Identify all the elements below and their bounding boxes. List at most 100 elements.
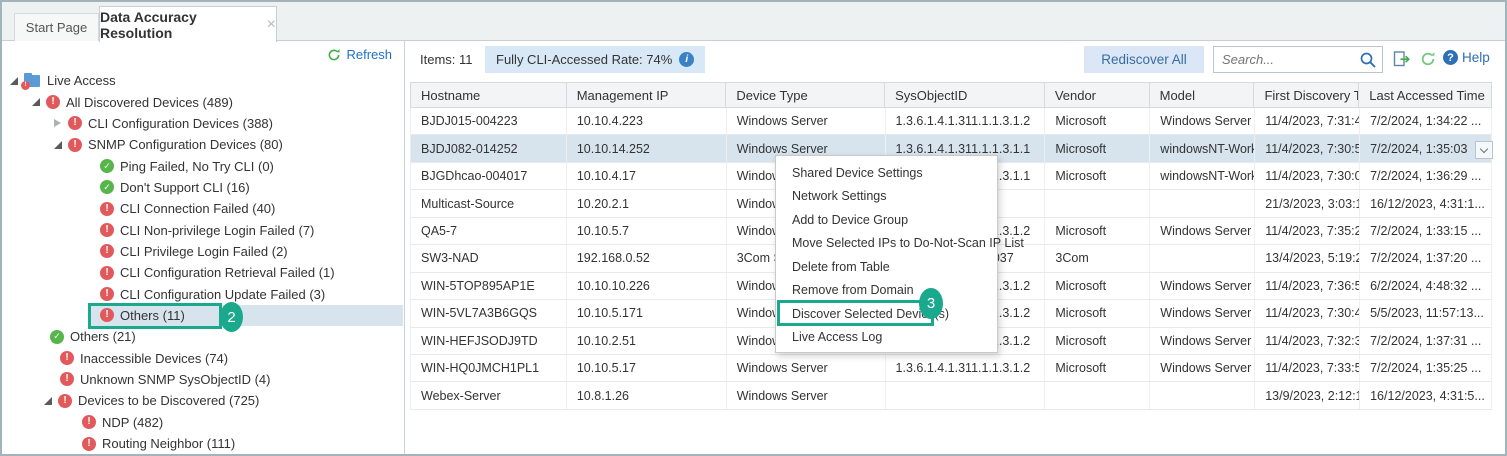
tree-item[interactable]: !CLI Configuration Update Failed (3) (2, 283, 403, 304)
table-cell: 10.10.5.171 (567, 300, 727, 326)
error-icon: ! (68, 138, 82, 152)
tree-item[interactable]: !NDP (482) (2, 412, 403, 433)
expander[interactable] (54, 119, 68, 127)
tab-start-page-label: Start Page (26, 20, 87, 35)
context-menu: Shared Device SettingsNetwork SettingsAd… (775, 155, 998, 353)
search-input[interactable] (1214, 52, 1359, 67)
help-button[interactable]: ? Help (1443, 50, 1490, 65)
tree-item-label: Devices to be Discovered (725) (78, 393, 259, 408)
tab-data-accuracy-resolution[interactable]: Data Accuracy Resolution × (99, 6, 277, 42)
tree-item[interactable]: !Routing Neighbor (111) (2, 433, 403, 454)
column-header[interactable]: Vendor (1045, 83, 1150, 107)
error-icon: ! (100, 287, 114, 301)
table-refresh-button[interactable] (1418, 50, 1438, 68)
tree-item[interactable]: !SNMP Configuration Devices (80) (2, 134, 403, 155)
table-cell: 1.3.6.1.4.1.311.1.1.3.1.2 (886, 355, 1046, 381)
tree-item[interactable]: !Unknown SNMP SysObjectID (4) (2, 369, 403, 390)
tab-start-page[interactable]: Start Page (14, 13, 99, 41)
tree-item-label: Don't Support CLI (16) (120, 180, 250, 195)
tree-item[interactable]: !CLI Configuration Devices (388) (2, 113, 403, 134)
expander[interactable] (44, 397, 58, 405)
table-cell: 11/4/2023, 7:33:5... (1255, 355, 1360, 381)
table-cell: 7/2/2024, 1:36:29 ... (1360, 163, 1492, 189)
table-cell: Windows Server (727, 382, 886, 408)
tree-item[interactable]: ✓Ping Failed, No Try CLI (0) (2, 155, 403, 176)
tree-item-label: Routing Neighbor (111) (102, 436, 235, 451)
table-cell: Windows Server (1150, 328, 1255, 354)
context-menu-item[interactable]: Move Selected IPs to Do-Not-Scan IP List (776, 232, 997, 256)
table-row[interactable]: BJDJ015-00422310.10.4.223Windows Server1… (411, 108, 1492, 135)
context-menu-item[interactable]: Delete from Table (776, 255, 997, 279)
sidebar-refresh-button[interactable]: Refresh (327, 47, 392, 62)
export-button[interactable] (1392, 50, 1412, 68)
table-cell: Microsoft (1045, 300, 1150, 326)
tree-item-label: Ping Failed, No Try CLI (0) (120, 159, 274, 174)
context-menu-item[interactable]: Network Settings (776, 185, 997, 209)
table-cell: 10.10.4.17 (567, 163, 727, 189)
table-cell: 7/2/2024, 1:35:03 (1360, 135, 1492, 161)
column-header[interactable]: Model (1150, 83, 1255, 107)
column-header[interactable]: Last Accessed Time (1359, 83, 1491, 107)
table-cell: Microsoft (1045, 355, 1150, 381)
rediscover-all-button[interactable]: Rediscover All (1084, 46, 1204, 73)
tab-active-label: Data Accuracy Resolution (100, 9, 253, 41)
expanded-triangle-icon (32, 98, 40, 106)
column-header[interactable]: First Discovery Ti... (1254, 83, 1359, 107)
table-cell: 13/4/2023, 5:19:2... (1255, 245, 1360, 271)
tree-item[interactable]: !All Discovered Devices (489) (2, 91, 403, 112)
column-header[interactable]: SysObjectID (885, 83, 1045, 107)
table-cell: 21/3/2023, 3:03:1... (1255, 190, 1360, 216)
error-icon: ! (100, 308, 114, 322)
close-icon[interactable]: × (267, 17, 276, 33)
error-icon: ! (58, 394, 72, 408)
search-icon[interactable] (1359, 51, 1377, 69)
column-header[interactable]: Management IP (567, 83, 727, 107)
table-row[interactable]: Webex-Server10.8.1.26Windows Server13/9/… (411, 382, 1492, 409)
error-icon: ! (82, 415, 96, 429)
table-cell: 7/2/2024, 1:37:20 ... (1360, 245, 1492, 271)
cli-accessed-rate-label: Fully CLI-Accessed Rate: 74% (496, 52, 672, 67)
expander[interactable] (54, 141, 68, 149)
table-cell: 10.8.1.26 (567, 382, 727, 408)
tree-item[interactable]: ! Others (11) (2, 305, 403, 326)
table-cell: 11/4/2023, 7:31:4... (1255, 108, 1360, 134)
table-cell: 3Com (1045, 245, 1150, 271)
help-icon: ? (1443, 50, 1458, 65)
table-cell: 7/2/2024, 1:35:25 ... (1360, 355, 1492, 381)
table-cell: 16/12/2023, 4:31:1... (1360, 190, 1492, 216)
tree-item[interactable]: !Live Access (2, 70, 403, 91)
table-cell: QA5-7 (411, 218, 567, 244)
table-cell: Windows Server (1150, 300, 1255, 326)
table-cell: 7/2/2024, 1:34:22 ... (1360, 108, 1492, 134)
context-menu-item[interactable]: Remove from Domain (776, 279, 997, 303)
error-icon: ! (60, 351, 74, 365)
tree-item[interactable]: !CLI Non-privilege Login Failed (7) (2, 219, 403, 240)
table-header: HostnameManagement IPDevice TypeSysObjec… (410, 82, 1492, 108)
tree-item[interactable]: ✓Don't Support CLI (16) (2, 177, 403, 198)
context-menu-item[interactable]: Shared Device Settings (776, 161, 997, 185)
expander[interactable] (32, 98, 46, 106)
tree-item[interactable]: !Inaccessible Devices (74) (2, 347, 403, 368)
error-icon: ! (100, 266, 114, 280)
context-menu-item[interactable]: Add to Device Group (776, 208, 997, 232)
tree-item[interactable]: !CLI Privilege Login Failed (2) (2, 241, 403, 262)
context-menu-item[interactable]: Live Access Log (776, 326, 997, 350)
column-header[interactable]: Hostname (411, 83, 567, 107)
info-icon[interactable]: i (679, 52, 694, 67)
tree-item[interactable]: ✓Others (21) (2, 326, 403, 347)
row-dropdown-chevron[interactable] (1475, 141, 1493, 159)
table-cell (1045, 190, 1150, 216)
tree-item[interactable]: !CLI Configuration Retrieval Failed (1) (2, 262, 403, 283)
table-cell (1150, 245, 1255, 271)
table-cell: 16/12/2023, 4:31:5... (1360, 382, 1492, 408)
tree-item[interactable]: !CLI Connection Failed (40) (2, 198, 403, 219)
context-menu-item[interactable]: Discover Selected Device(s) (776, 302, 997, 326)
tree-item[interactable]: ! Devices to be Discovered (725) (2, 390, 403, 411)
main-pane: Items: 11 Fully CLI-Accessed Rate: 74% i… (406, 41, 1505, 454)
column-header[interactable]: Device Type (726, 83, 885, 107)
refresh-label: Refresh (346, 47, 392, 62)
tree-item-label: Others (11) (120, 308, 185, 323)
table-row[interactable]: WIN-HQ0JMCH1PL110.10.5.17Windows Server1… (411, 355, 1492, 382)
table-cell: BJDJ082-014252 (411, 135, 567, 161)
table-cell (1045, 382, 1150, 408)
